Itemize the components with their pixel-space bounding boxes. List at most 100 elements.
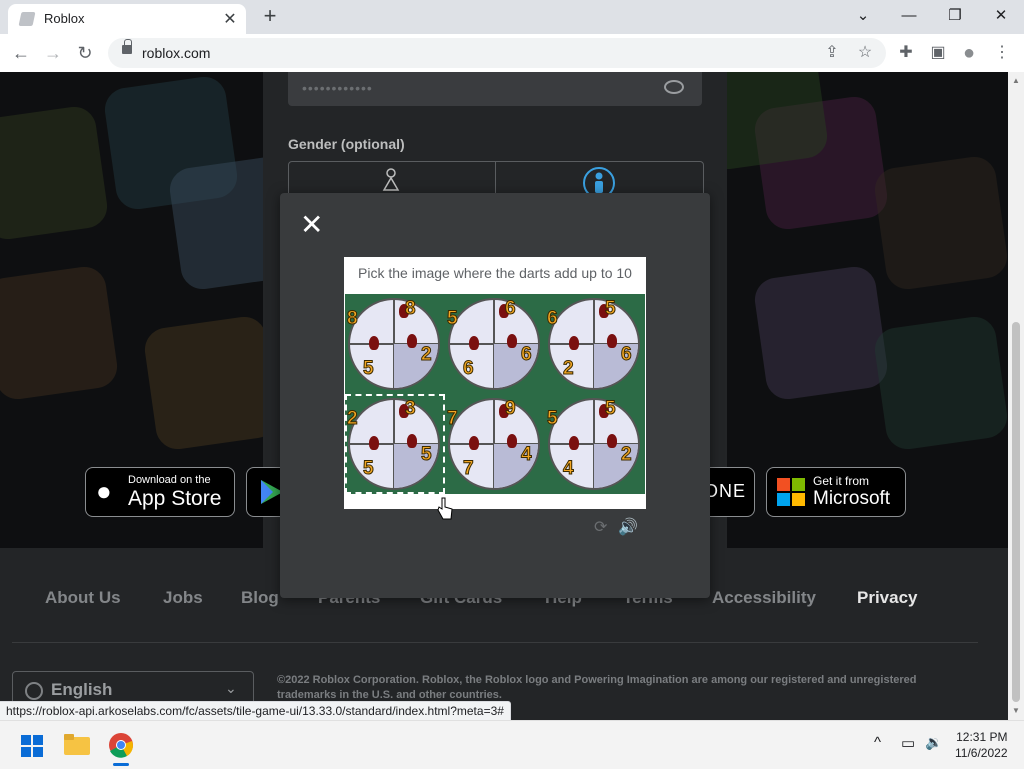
app-store-big-text: App Store bbox=[128, 487, 222, 510]
tile-number: 5 bbox=[363, 358, 375, 380]
captcha-reload-icon[interactable]: ⟳ bbox=[594, 517, 607, 537]
female-icon bbox=[382, 168, 400, 191]
tile-number: 6 bbox=[621, 344, 633, 366]
bookmark-star-icon[interactable]: ☆ bbox=[854, 42, 876, 64]
dart-icon bbox=[607, 334, 617, 348]
tab-roblox[interactable]: Roblox ✕ bbox=[8, 4, 246, 34]
network-icon[interactable]: ▭ bbox=[901, 734, 915, 752]
footer-divider bbox=[12, 642, 978, 643]
tile-number: 4 bbox=[521, 444, 533, 466]
window-close-button[interactable]: ✕ bbox=[978, 2, 1024, 30]
url-text[interactable]: roblox.com bbox=[142, 45, 210, 61]
tab-search-icon[interactable]: ⌄ bbox=[840, 2, 886, 30]
dart-icon bbox=[369, 336, 379, 350]
microsoft-small-text: Get it from bbox=[813, 474, 870, 488]
lock-icon[interactable] bbox=[122, 39, 132, 54]
tile-number: 6 bbox=[463, 358, 475, 380]
windows-start-icon[interactable] bbox=[21, 735, 43, 757]
show-password-eye-icon[interactable] bbox=[664, 80, 684, 94]
captcha-modal: ✕ Pick the image where the darts add up … bbox=[280, 193, 710, 598]
scroll-down-arrow-icon[interactable]: ▼ bbox=[1012, 706, 1020, 715]
tile-number: 5 bbox=[421, 444, 433, 466]
tile-number: 5 bbox=[363, 458, 375, 480]
tray-overflow-chevron-icon[interactable]: ^ bbox=[874, 734, 881, 751]
side-panel-icon[interactable]: ▣ bbox=[927, 42, 949, 64]
roblox-favicon-icon bbox=[18, 12, 36, 26]
tab-bar: Roblox ✕ + ⌄ — ❐ ✕ bbox=[0, 0, 1024, 34]
gender-label: Gender (optional) bbox=[288, 136, 405, 152]
app-store-badge[interactable]: ● Download on the App Store bbox=[85, 467, 235, 517]
tile-number: 4 bbox=[563, 458, 575, 480]
captcha-frame: Pick the image where the darts add up to… bbox=[344, 257, 646, 509]
chrome-menu-icon[interactable]: ⋮ bbox=[991, 42, 1013, 64]
chevron-down-icon: ⌄ bbox=[225, 680, 237, 696]
tab-close-icon[interactable]: ✕ bbox=[220, 9, 240, 29]
captcha-tile[interactable]: 2 3 5 5 bbox=[345, 394, 445, 494]
dart-icon bbox=[407, 334, 417, 348]
dart-icon bbox=[607, 434, 617, 448]
tile-number: 2 bbox=[563, 358, 575, 380]
modal-close-icon[interactable]: ✕ bbox=[300, 211, 323, 239]
extensions-puzzle-icon[interactable]: ✚ bbox=[895, 42, 917, 64]
captcha-tile[interactable]: 5 5 2 4 bbox=[545, 394, 645, 494]
tile-number: 5 bbox=[605, 298, 617, 320]
page-scrollbar[interactable]: ▲ ▼ bbox=[1008, 72, 1024, 720]
scroll-up-arrow-icon[interactable]: ▲ bbox=[1012, 76, 1020, 85]
copyright-text: ©2022 Roblox Corporation. Roblox, the Ro… bbox=[277, 674, 917, 701]
browser-toolbar: ← → ↻ roblox.com ⇪ ☆ ✚ ▣ ● ⋮ bbox=[0, 34, 1024, 73]
tile-number: 6 bbox=[521, 344, 533, 366]
profile-avatar-icon[interactable]: ● bbox=[958, 42, 980, 64]
scrollbar-thumb[interactable] bbox=[1012, 322, 1020, 702]
forward-button[interactable]: → bbox=[40, 40, 66, 66]
status-url-bubble: https://roblox-api.arkoselabs.com/fc/ass… bbox=[0, 701, 511, 722]
tile-number: 9 bbox=[505, 398, 517, 420]
tile-number: 2 bbox=[421, 344, 433, 366]
hand-pointer-cursor-icon bbox=[437, 497, 453, 520]
language-value: English bbox=[51, 680, 113, 699]
password-value: •••••••••••• bbox=[302, 80, 373, 96]
footer-link-accessibility[interactable]: Accessibility bbox=[712, 588, 816, 608]
address-bar[interactable]: roblox.com ⇪ ☆ bbox=[108, 38, 886, 68]
captcha-tile[interactable]: 8 8 2 5 bbox=[345, 294, 445, 394]
share-icon[interactable]: ⇪ bbox=[821, 42, 843, 64]
password-field[interactable]: •••••••••••• bbox=[288, 72, 702, 106]
tile-number: 2 bbox=[621, 444, 633, 466]
windows-taskbar: ^ ▭ 🔉 12:31 PM 11/6/2022 bbox=[0, 720, 1024, 769]
footer-link-about-us[interactable]: About Us bbox=[45, 588, 121, 608]
footer-link-privacy[interactable]: Privacy bbox=[857, 588, 918, 608]
xbox-one-text: ONE bbox=[704, 481, 747, 501]
system-clock[interactable]: 12:31 PM 11/6/2022 bbox=[955, 729, 1008, 761]
dart-icon bbox=[407, 434, 417, 448]
tab-title: Roblox bbox=[44, 11, 85, 26]
captcha-tile[interactable]: 5 6 6 6 bbox=[445, 294, 545, 394]
tile-number: 5 bbox=[547, 408, 559, 430]
apple-icon: ● bbox=[96, 476, 112, 506]
captcha-tile[interactable]: 7 9 4 7 bbox=[445, 394, 545, 494]
volume-icon[interactable]: 🔉 bbox=[925, 734, 942, 751]
dart-icon bbox=[569, 436, 579, 450]
new-tab-button[interactable]: + bbox=[258, 3, 282, 29]
file-explorer-icon[interactable] bbox=[64, 734, 90, 756]
footer-link-blog[interactable]: Blog bbox=[241, 588, 279, 608]
dart-icon bbox=[469, 436, 479, 450]
restore-button[interactable]: ❐ bbox=[932, 2, 978, 30]
chrome-taskbar-icon[interactable] bbox=[108, 732, 134, 758]
captcha-audio-icon[interactable]: 🔊 bbox=[618, 517, 638, 537]
dart-icon bbox=[507, 434, 517, 448]
back-button[interactable]: ← bbox=[8, 40, 34, 66]
tile-number: 3 bbox=[405, 398, 417, 420]
microsoft-logo-icon bbox=[777, 478, 805, 506]
captcha-tile[interactable]: 6 5 6 2 bbox=[545, 294, 645, 394]
clock-time: 12:31 PM bbox=[956, 730, 1008, 744]
tile-number: 7 bbox=[463, 458, 475, 480]
reload-button[interactable]: ↻ bbox=[72, 40, 98, 66]
tile-number: 8 bbox=[405, 298, 417, 320]
captcha-prompt: Pick the image where the darts add up to… bbox=[358, 265, 632, 281]
dart-icon bbox=[369, 436, 379, 450]
microsoft-store-badge[interactable]: Get it from Microsoft bbox=[766, 467, 906, 517]
tile-number: 5 bbox=[447, 308, 459, 330]
dart-icon bbox=[469, 336, 479, 350]
minimize-button[interactable]: — bbox=[886, 2, 932, 30]
footer-link-jobs[interactable]: Jobs bbox=[163, 588, 203, 608]
tile-number: 6 bbox=[547, 308, 559, 330]
